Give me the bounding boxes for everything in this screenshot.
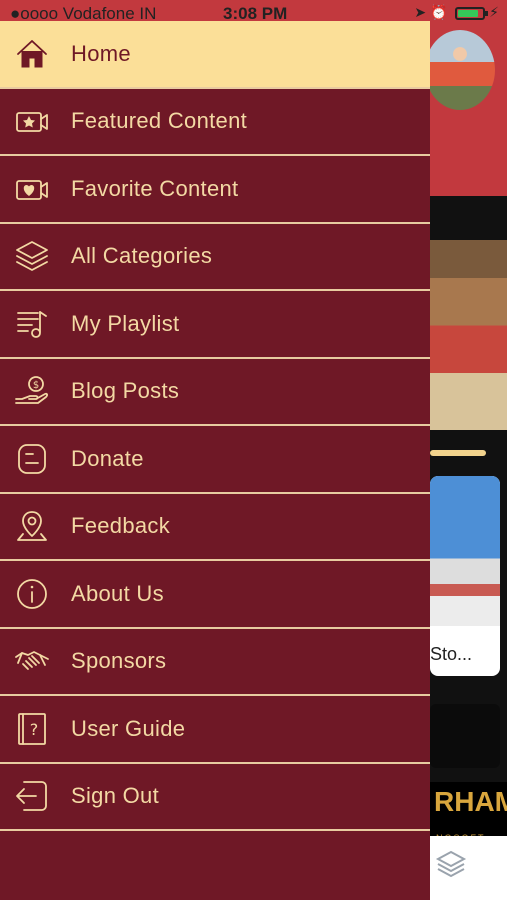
hand-money-icon: $ — [13, 372, 51, 410]
menu-item-my-playlist[interactable]: My Playlist — [0, 291, 430, 359]
menu-item-sponsors[interactable]: Sponsors — [0, 629, 430, 696]
avatar[interactable] — [425, 30, 495, 110]
menu-item-label: My Playlist — [71, 310, 180, 336]
battery-icon — [455, 6, 489, 20]
status-icons: ➤ ⏰ ⚡ — [414, 4, 499, 21]
menu-item-home[interactable]: Home — [0, 21, 430, 89]
location-arrow-icon: ➤ — [414, 4, 427, 20]
menu-item-about-us[interactable]: About Us — [0, 561, 430, 629]
side-drawer: Home Featured Content Favorite Content All … — [0, 21, 430, 900]
brand-text: RHAM — [434, 786, 507, 817]
favorite-heart-icon — [13, 170, 51, 208]
menu-item-all-categories[interactable]: All Categories — [0, 224, 430, 291]
menu-item-label: Donate — [71, 445, 144, 471]
charging-icon: ⚡ — [489, 4, 499, 20]
home-icon — [13, 35, 51, 73]
alarm-icon: ⏰ — [429, 4, 448, 20]
menu-item-label: Sign Out — [71, 783, 160, 809]
feed-card-dark[interactable] — [430, 704, 500, 768]
svg-text:?: ? — [30, 720, 39, 739]
menu-item-label: User Guide — [71, 715, 186, 741]
drawer-menu: Home Featured Content Favorite Content All … — [0, 21, 430, 831]
menu-item-label: All Categories — [71, 243, 213, 269]
feed-photo[interactable] — [430, 240, 507, 430]
menu-item-feedback[interactable]: Feedback — [0, 494, 430, 561]
menu-item-label: About Us — [71, 580, 164, 606]
svg-text:$: $ — [33, 380, 39, 391]
menu-item-sign-out[interactable]: Sign Out — [0, 764, 430, 831]
feed-card-image — [430, 476, 500, 626]
clock: 3:08 PM — [223, 4, 288, 23]
info-icon — [13, 575, 51, 613]
menu-item-label: Home — [71, 40, 131, 66]
feed-card[interactable]: Sto... — [430, 476, 500, 676]
feed-card-title: Sto... — [430, 644, 473, 664]
brand-banner: RHAM NOSOFT — [430, 782, 507, 836]
menu-item-featured-content[interactable]: Featured Content — [0, 89, 430, 156]
menu-item-label: Sponsors — [71, 648, 167, 674]
menu-item-label: Favorite Content — [71, 175, 239, 201]
map-pin-icon — [13, 507, 51, 545]
blogger-icon — [13, 440, 51, 478]
carrier-label: ●oooo Vodafone IN — [10, 4, 157, 23]
menu-item-label: Featured Content — [71, 108, 248, 134]
layers-icon — [13, 237, 51, 275]
progress-strip — [430, 450, 486, 456]
featured-star-icon — [13, 102, 51, 140]
battery-level — [458, 9, 478, 17]
layers-tab-icon[interactable] — [435, 848, 467, 880]
guide-book-icon: ? — [13, 710, 51, 748]
sign-out-icon — [13, 777, 51, 815]
brand-subtext: NOSOFT — [436, 818, 486, 836]
menu-item-favorite-content[interactable]: Favorite Content — [0, 156, 430, 224]
playlist-icon — [13, 305, 51, 343]
status-bar: ●oooo Vodafone IN 3:08 PM ➤ ⏰ ⚡ — [0, 0, 507, 30]
handshake-icon — [13, 642, 51, 680]
menu-item-blog-posts[interactable]: $ Blog Posts — [0, 359, 430, 426]
menu-item-label: Feedback — [71, 513, 171, 539]
menu-item-donate[interactable]: Donate — [0, 426, 430, 494]
menu-item-user-guide[interactable]: ? User Guide — [0, 696, 430, 764]
menu-item-label: Blog Posts — [71, 378, 180, 404]
